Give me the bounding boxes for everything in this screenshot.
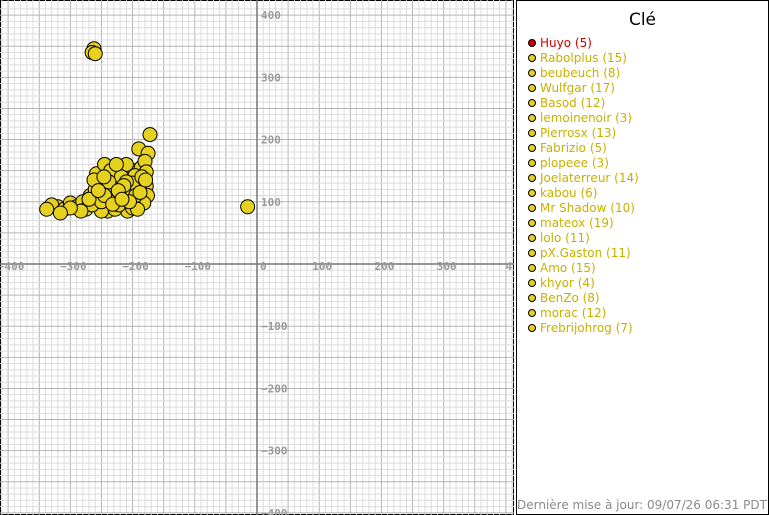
data-point [240,199,256,215]
y-tick-label: 400 [261,9,281,22]
y-tick-label: 100 [261,196,281,209]
legend-item-label: Joelaterreur (14) [540,171,639,185]
data-point [87,46,103,62]
x-tick-label: −200 [122,260,149,273]
legend-marker-icon [528,54,536,62]
legend-marker-icon [528,249,536,257]
legend-item: Mr Shadow (10) [528,201,639,216]
legend-item: lolo (11) [528,231,639,246]
legend-item: plopeee (3) [528,156,639,171]
legend-marker-icon [528,129,536,137]
legend-item-label: Basod (12) [540,96,606,110]
legend-item: beubeuch (8) [528,66,639,81]
legend-marker-icon [528,144,536,152]
data-point [114,191,130,207]
legend-item-label: BenZo (8) [540,291,600,305]
legend-item: Joelaterreur (14) [528,171,639,186]
y-tick-label: −300 [261,445,288,458]
data-point [52,205,68,221]
legend-marker-icon [528,69,536,77]
x-tick-label: 0 [260,260,267,273]
legend-item: Pierrosx (13) [528,126,639,141]
legend-item: Basod (12) [528,96,639,111]
legend-item-label: Frebrijohrog (7) [540,321,633,335]
data-point [108,156,124,172]
legend-marker-icon [528,99,536,107]
legend-marker-icon [528,219,536,227]
legend-item: Huyo (5) [528,36,639,51]
data-point [138,172,154,188]
legend-item-label: Fabrizio (5) [540,141,607,155]
legend-item: Amo (15) [528,261,639,276]
legend-item-label: plopeee (3) [540,156,609,170]
legend-item: pX.Gaston (11) [528,246,639,261]
legend-list: Huyo (5) Rabolplus (15) beubeuch (8) Wulfga… [528,36,639,336]
x-tick-label: 200 [375,260,395,273]
data-point [90,183,106,199]
legend-marker-icon [528,294,536,302]
legend-item-label: Huyo (5) [540,36,592,50]
legend-marker-icon [528,159,536,167]
legend-title: Clé [628,10,657,30]
data-point [142,127,158,143]
legend-item-label: lolo (11) [540,231,590,245]
legend-marker-icon [528,84,536,92]
legend-marker-icon [528,264,536,272]
data-point [39,201,55,217]
legend-item: Rabolplus (15) [528,51,639,66]
legend-item-label: Rabolplus (15) [540,51,627,65]
y-tick-label: 200 [261,134,281,147]
legend-marker-icon [528,309,536,317]
legend-item-label: Wulfgar (17) [540,81,615,95]
legend-item: Frebrijohrog (7) [528,321,639,336]
legend-item-label: beubeuch (8) [540,66,621,80]
y-tick-label: −400 [261,507,288,515]
legend-item: mateox (19) [528,216,639,231]
legend-item: BenZo (8) [528,291,639,306]
legend-item: lemoinenoir (3) [528,111,639,126]
x-tick-label: 300 [437,260,457,273]
x-tick-label: −300 [60,260,87,273]
legend-item-label: lemoinenoir (3) [540,111,633,125]
legend-marker-icon [528,114,536,122]
legend-panel: Clé Huyo (5) Rabolplus (15) beubeuch (8) Wu… [516,0,769,515]
data-point [96,169,112,185]
y-tick-label: −100 [261,320,288,333]
legend-marker-icon [528,234,536,242]
legend-item: morac (12) [528,306,639,321]
legend-item: Wulfgar (17) [528,81,639,96]
x-tick-label: −400 [0,260,24,273]
x-tick-label: 4 [506,260,513,273]
legend-item-label: mateox (19) [540,216,614,230]
legend-marker-icon [528,204,536,212]
x-tick-label: −100 [185,260,212,273]
legend-item: kabou (6) [528,186,639,201]
last-update-footer: Dernière mise à jour: 09/07/26 06:31 PDT [517,498,767,512]
y-tick-label: 300 [261,71,281,84]
legend-item-label: Pierrosx (13) [540,126,617,140]
legend-marker-icon [528,39,536,47]
legend-item: Fabrizio (5) [528,141,639,156]
legend-marker-icon [528,324,536,332]
legend-item-label: pX.Gaston (11) [540,246,631,260]
legend-marker-icon [528,174,536,182]
x-tick-label: 100 [312,260,332,273]
legend-item-label: khyor (4) [540,276,595,290]
legend-item-label: Amo (15) [540,261,596,275]
legend-item-label: Mr Shadow (10) [540,201,635,215]
legend-marker-icon [528,189,536,197]
legend-item-label: kabou (6) [540,186,598,200]
legend-marker-icon [528,279,536,287]
y-tick-label: −200 [261,382,288,395]
legend-item: khyor (4) [528,276,639,291]
legend-item-label: morac (12) [540,306,607,320]
scatter-plot: −400 −300 −200 −100 0 100 200 300 4 400 300 200 100 −… [0,0,514,515]
